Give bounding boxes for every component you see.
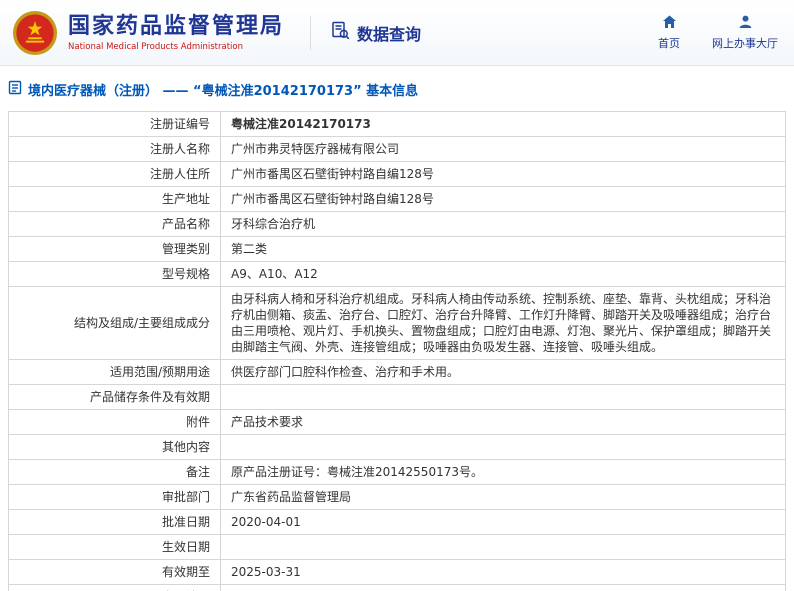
field-label: 型号规格	[9, 262, 221, 287]
field-value	[221, 535, 786, 560]
agency-title-block: 国家药品监督管理局 National Medical Products Admi…	[68, 14, 284, 52]
field-value: 广东省药品监督管理局	[221, 485, 786, 510]
home-nav[interactable]: 首页	[658, 15, 680, 51]
field-label: 审批部门	[9, 485, 221, 510]
data-query-icon	[331, 21, 350, 44]
field-value	[221, 435, 786, 460]
field-value: A9、A10、A12	[221, 262, 786, 287]
table-row: 产品名称牙科综合治疗机	[9, 212, 786, 237]
field-value: 原产品注册证号：粤械注准20142550173号。	[221, 460, 786, 485]
table-row: 结构及组成/主要组成成分由牙科病人椅和牙科治疗机组成。牙科病人椅由传动系统、控制…	[9, 287, 786, 360]
table-row: 备注原产品注册证号：粤械注准20142550173号。	[9, 460, 786, 485]
registration-info-table: 注册证编号粤械注准20142170173注册人名称广州市弗灵特医疗器械有限公司注…	[8, 111, 786, 591]
site-header: 国家药品监督管理局 National Medical Products Admi…	[0, 0, 794, 66]
table-row: 注册人住所广州市番禺区石壁街钟村路自编128号	[9, 162, 786, 187]
agency-name-cn: 国家药品监督管理局	[68, 14, 284, 40]
online-hall-label: 网上办事大厅	[712, 35, 778, 51]
field-value	[221, 385, 786, 410]
document-icon	[8, 80, 22, 99]
field-value: 牙科综合治疗机	[221, 212, 786, 237]
field-label: 批准日期	[9, 510, 221, 535]
table-row: 审批部门广东省药品监督管理局	[9, 485, 786, 510]
field-label: 生产地址	[9, 187, 221, 212]
page-title: 境内医疗器械（注册） —— “粤械注准20142170173” 基本信息	[0, 66, 794, 109]
table-row: 其他内容	[9, 435, 786, 460]
table-row: 注册证编号粤械注准20142170173	[9, 112, 786, 137]
table-row: 型号规格A9、A10、A12	[9, 262, 786, 287]
field-value: 供医疗部门口腔科作检查、治疗和手术用。	[221, 360, 786, 385]
table-row: 生效日期	[9, 535, 786, 560]
home-label: 首页	[658, 35, 680, 51]
field-label: 产品储存条件及有效期	[9, 385, 221, 410]
page-title-text: 境内医疗器械（注册） —— “粤械注准20142170173” 基本信息	[28, 80, 418, 99]
table-row: 生产地址广州市番禺区石壁街钟村路自编128号	[9, 187, 786, 212]
table-row: 产品储存条件及有效期	[9, 385, 786, 410]
table-row: 附件产品技术要求	[9, 410, 786, 435]
table-row: 有效期至2025-03-31	[9, 560, 786, 585]
field-value: 第二类	[221, 237, 786, 262]
field-label: 附件	[9, 410, 221, 435]
field-value: 2020-04-01	[221, 510, 786, 535]
field-value: 广州市弗灵特医疗器械有限公司	[221, 137, 786, 162]
field-value: 粤械注准20142170173	[221, 112, 786, 137]
field-label: 注册证编号	[9, 112, 221, 137]
header-divider	[310, 16, 311, 50]
field-label: 变更情况	[9, 585, 221, 591]
data-query-label: 数据查询	[357, 21, 421, 45]
field-value: 产品技术要求	[221, 410, 786, 435]
agency-name-en: National Medical Products Administration	[68, 42, 284, 52]
national-emblem-icon	[12, 10, 58, 56]
field-label: 注册人名称	[9, 137, 221, 162]
table-row: 适用范围/预期用途供医疗部门口腔科作检查、治疗和手术用。	[9, 360, 786, 385]
person-icon	[738, 15, 753, 32]
table-row: 变更情况	[9, 585, 786, 591]
field-value: 2025-03-31	[221, 560, 786, 585]
field-label: 备注	[9, 460, 221, 485]
field-value: 广州市番禺区石壁街钟村路自编128号	[221, 187, 786, 212]
table-row: 注册人名称广州市弗灵特医疗器械有限公司	[9, 137, 786, 162]
online-hall-nav[interactable]: 网上办事大厅	[712, 15, 778, 51]
table-row: 管理类别第二类	[9, 237, 786, 262]
home-icon	[662, 15, 677, 32]
field-label: 结构及组成/主要组成成分	[9, 287, 221, 360]
field-value	[221, 585, 786, 591]
field-value: 广州市番禺区石壁街钟村路自编128号	[221, 162, 786, 187]
field-value: 由牙科病人椅和牙科治疗机组成。牙科病人椅由传动系统、控制系统、座垫、靠背、头枕组…	[221, 287, 786, 360]
table-row: 批准日期2020-04-01	[9, 510, 786, 535]
field-label: 有效期至	[9, 560, 221, 585]
data-query-nav[interactable]: 数据查询	[331, 21, 421, 45]
field-label: 管理类别	[9, 237, 221, 262]
field-label: 注册人住所	[9, 162, 221, 187]
field-label: 适用范围/预期用途	[9, 360, 221, 385]
info-table-body: 注册证编号粤械注准20142170173注册人名称广州市弗灵特医疗器械有限公司注…	[9, 112, 786, 591]
field-label: 产品名称	[9, 212, 221, 237]
field-label: 其他内容	[9, 435, 221, 460]
field-label: 生效日期	[9, 535, 221, 560]
